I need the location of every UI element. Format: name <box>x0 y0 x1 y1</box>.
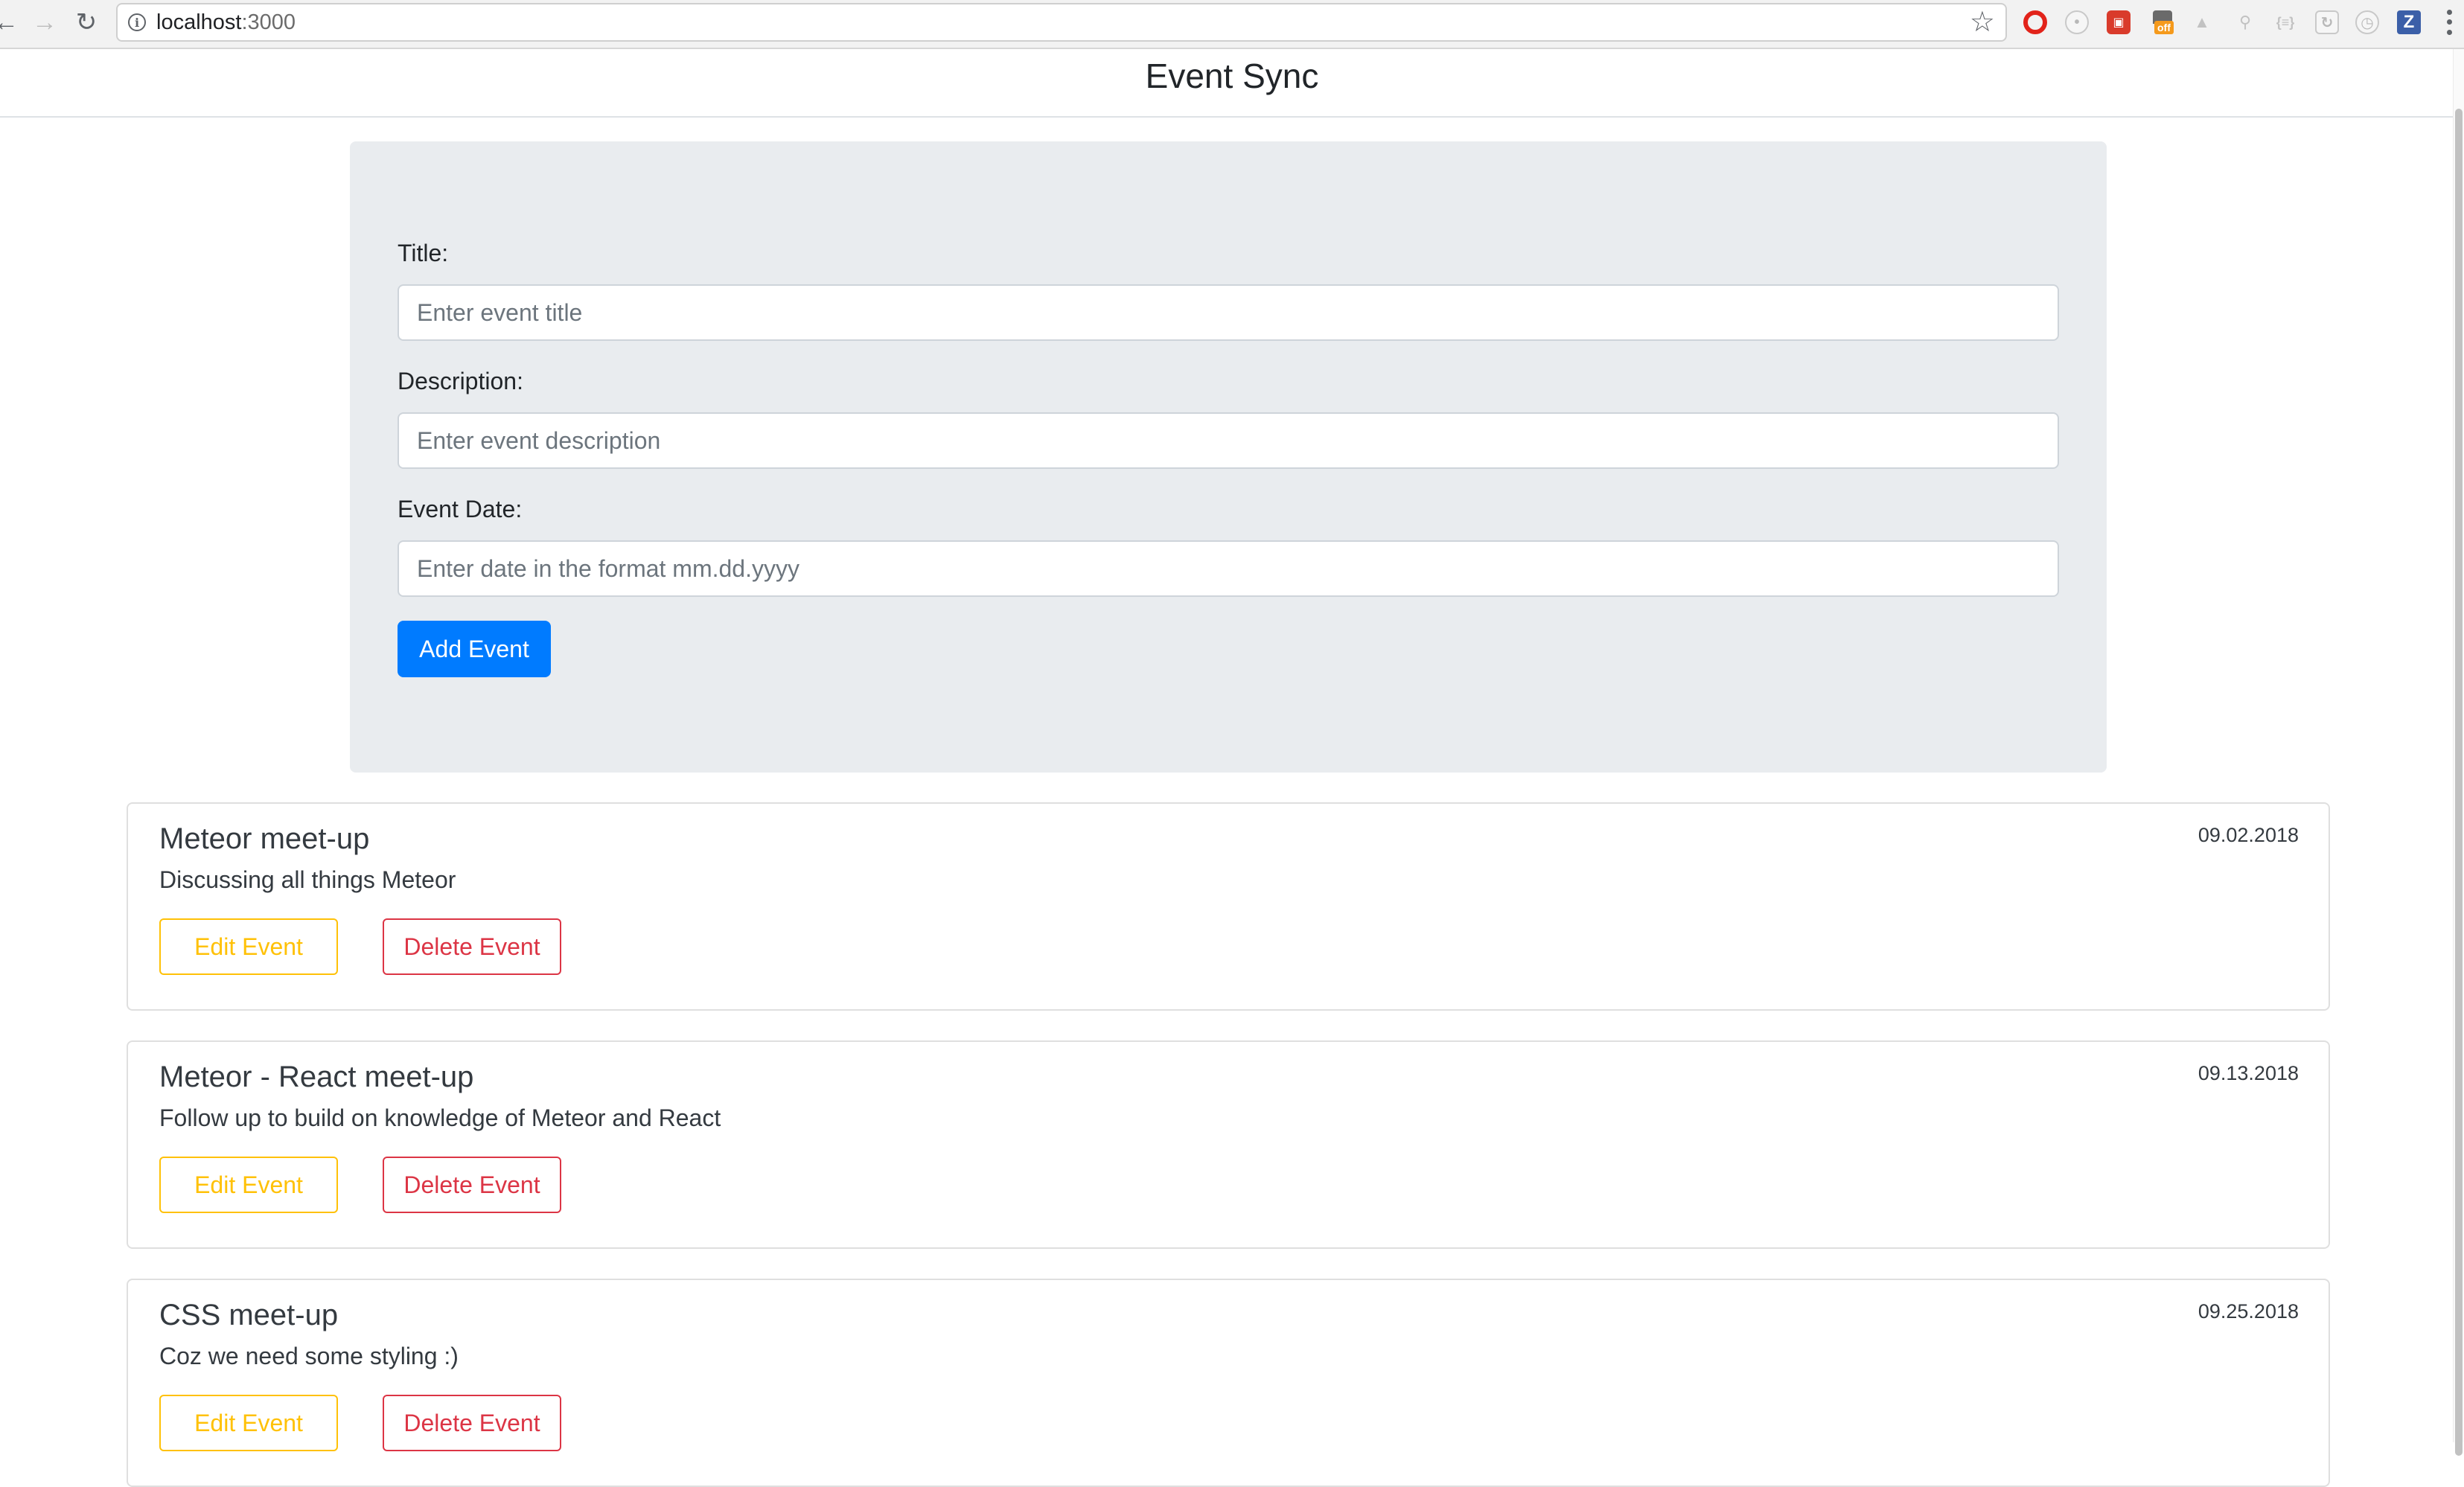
reload-icon[interactable]: ↻ <box>70 6 103 39</box>
delete-event-button[interactable]: Delete Event <box>383 1157 561 1213</box>
date-label: Event Date: <box>398 496 523 522</box>
address-url[interactable]: localhost:3000 <box>156 4 296 40</box>
search-extension-icon[interactable]: ⚲ <box>2233 10 2257 34</box>
title-input[interactable] <box>398 284 2059 341</box>
event-description: Follow up to build on knowledge of Meteo… <box>159 1104 721 1131</box>
description-input[interactable] <box>398 412 2059 469</box>
menu-dots-icon[interactable] <box>2442 7 2457 37</box>
url-port: :3000 <box>241 10 296 34</box>
off-badge: off <box>2154 21 2174 34</box>
delete-event-button[interactable]: Delete Event <box>383 918 561 975</box>
event-date: 09.13.2018 <box>2198 1062 2299 1084</box>
page-title: Event Sync <box>1145 57 1319 95</box>
event-card: Meteor meet-up Discussing all things Met… <box>127 802 2330 1011</box>
scrollbar[interactable] <box>2453 49 2464 1456</box>
title-label: Title: <box>398 240 449 266</box>
event-card: CSS meet-up Coz we need some styling :) … <box>127 1279 2330 1487</box>
event-title: Meteor meet-up <box>159 822 370 855</box>
edit-event-button[interactable]: Edit Event <box>159 1395 338 1451</box>
star-icon[interactable]: ☆ <box>1970 7 1995 37</box>
app-header: Event Sync <box>0 49 2464 118</box>
scrollbar-thumb[interactable] <box>2455 109 2463 1456</box>
extension-icon[interactable]: ▲ <box>2190 10 2214 34</box>
opera-icon[interactable] <box>2023 10 2047 34</box>
clock-extension-icon[interactable]: ◷ <box>2355 10 2379 34</box>
extension-icon[interactable]: • <box>2065 10 2089 34</box>
browser-toolbar: ← → ↻ i localhost:3000 ☆ • ▣ off ▲ ⚲ {≡}… <box>0 0 2464 49</box>
event-description: Discussing all things Meteor <box>159 866 456 893</box>
delete-event-button[interactable]: Delete Event <box>383 1395 561 1451</box>
event-date: 09.02.2018 <box>2198 824 2299 846</box>
info-icon[interactable]: i <box>128 13 146 31</box>
edit-event-button[interactable]: Edit Event <box>159 1157 338 1213</box>
add-event-form: Title: Description: Event Date: Add Even… <box>350 141 2107 773</box>
event-date: 09.25.2018 <box>2198 1300 2299 1323</box>
braces-extension-icon[interactable]: {≡} <box>2273 10 2297 34</box>
add-event-button[interactable]: Add Event <box>398 621 551 677</box>
shopping-off-icon[interactable]: off <box>2151 10 2175 34</box>
edit-event-button[interactable]: Edit Event <box>159 918 338 975</box>
event-description: Coz we need some styling :) <box>159 1343 459 1369</box>
date-input[interactable] <box>398 540 2059 597</box>
event-card: Meteor - React meet-up Follow up to buil… <box>127 1040 2330 1249</box>
event-title: Meteor - React meet-up <box>159 1061 474 1093</box>
z-extension-icon[interactable]: Z <box>2397 10 2421 34</box>
event-title: CSS meet-up <box>159 1299 339 1331</box>
extension-icon[interactable]: ▣ <box>2107 10 2131 34</box>
extension-icon[interactable]: ↻ <box>2315 10 2339 34</box>
address-bar[interactable]: i localhost:3000 ☆ <box>116 3 2007 42</box>
forward-arrow-icon[interactable]: → <box>28 6 61 39</box>
back-arrow-icon[interactable]: ← <box>0 6 22 39</box>
description-label: Description: <box>398 368 523 394</box>
url-host: localhost <box>156 10 242 34</box>
